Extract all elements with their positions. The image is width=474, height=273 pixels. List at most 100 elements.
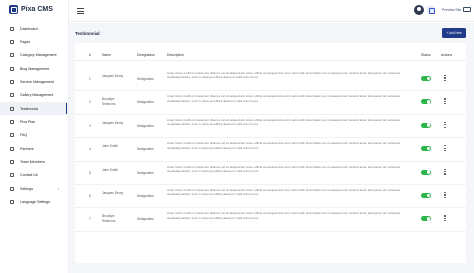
sidebar-item-label: Testimonial <box>20 106 38 111</box>
more-actions-icon[interactable] <box>444 145 446 153</box>
row-designation: Designation <box>137 170 154 175</box>
row-designation: Designation <box>137 100 154 105</box>
more-actions-icon[interactable] <box>444 121 446 130</box>
sidebar-item-label: Pages <box>20 40 31 45</box>
row-name: Jane Smith <box>102 144 118 149</box>
preview-site-link[interactable]: Preview Site <box>442 8 461 12</box>
sidebar-item-contact-us[interactable]: Contact Us <box>0 169 69 182</box>
sidebar: Pixa CMS Dashboard Pages Category Manage… <box>0 0 69 273</box>
chevron-right-icon: › <box>57 186 59 192</box>
more-actions-icon[interactable] <box>444 215 446 223</box>
sidebar-item-label: Pixa Plan <box>20 120 36 125</box>
sidebar-item-label: Dashboard <box>20 26 38 31</box>
status-toggle[interactable] <box>421 193 431 198</box>
status-toggle[interactable] <box>421 122 431 128</box>
sidebar-item-label: Partners <box>20 146 34 151</box>
table-row: 6 Jacques Demy Designation Amet minim mo… <box>75 185 466 209</box>
row-name: Brooklyn Simmons <box>102 214 116 223</box>
testimonial-icon <box>10 106 14 111</box>
header-name: Name <box>102 53 112 57</box>
row-description: Amet minim mollit non deserunt ullamco e… <box>167 164 400 173</box>
row-name: Brooklyn Simmons <box>102 97 116 106</box>
header-actions: Actions <box>441 53 453 57</box>
header-description: Description <box>167 53 184 57</box>
testimonial-table: # Name Designation Description Status Ac… <box>75 43 466 263</box>
table-row: 2 Brooklyn Simmons Designation Amet mini… <box>75 91 466 115</box>
sidebar-item-label: Category Management <box>20 53 57 58</box>
brand-name: Pixa CMS <box>21 6 53 13</box>
sidebar-item-partners[interactable]: Partners <box>0 142 69 155</box>
sidebar-item-label: Gallery Management <box>20 93 54 98</box>
language-icon <box>10 200 14 205</box>
sidebar-item-faq[interactable]: FAQ <box>0 129 69 142</box>
sidebar-item-label: Service Management <box>20 80 54 85</box>
sidebar-item-label: Contact Us <box>20 173 38 178</box>
table-row: 3 Jacques Demy Designation Amet minim mo… <box>75 115 466 139</box>
row-number: 6 <box>89 194 91 198</box>
sidebar-item-label: Settings <box>20 186 33 191</box>
table-header: # Name Designation Description Status Ac… <box>75 49 466 61</box>
sidebar-item-team-members[interactable]: Team Members <box>0 155 69 168</box>
row-description: Amet minim mollit non deserunt ullamco e… <box>167 141 400 150</box>
user-avatar-icon[interactable] <box>414 5 424 15</box>
sidebar-item-gallery-management[interactable]: Gallery Management <box>0 89 69 102</box>
status-toggle[interactable] <box>421 99 431 105</box>
sidebar-item-dashboard[interactable]: Dashboard <box>0 22 69 35</box>
row-designation: Designation <box>137 123 154 128</box>
category-icon <box>10 53 14 58</box>
row-designation: Designation <box>137 147 154 152</box>
table-row: 4 Jane Smith Designation Amet minim moll… <box>75 138 466 162</box>
status-toggle[interactable] <box>421 76 431 81</box>
status-toggle[interactable] <box>421 169 431 175</box>
more-actions-icon[interactable] <box>444 98 446 106</box>
row-description: Amet minim mollit non deserunt ullamco e… <box>167 94 400 103</box>
sidebar-item-service-management[interactable]: Service Management <box>0 75 69 88</box>
row-description: Amet minim mollit non deserunt ullamco e… <box>167 188 400 197</box>
more-actions-icon[interactable] <box>444 192 446 200</box>
row-name: Jacques Demy <box>102 74 124 78</box>
team-icon <box>10 160 14 165</box>
sidebar-item-pixa-plan[interactable]: Pixa Plan <box>0 115 69 128</box>
partners-icon <box>10 146 14 151</box>
row-number: 7 <box>89 217 91 222</box>
table-row: 1 Jacques Demy Designation Amet minim mo… <box>75 68 466 92</box>
plan-icon <box>10 120 14 125</box>
row-number: 5 <box>89 170 91 175</box>
more-actions-icon[interactable] <box>444 168 446 177</box>
row-designation: Designation <box>137 77 154 81</box>
hamburger-menu-icon[interactable] <box>77 8 84 14</box>
sidebar-item-blog-management[interactable]: Blog Management <box>0 62 69 75</box>
header-status: Status <box>421 53 431 57</box>
row-name: Jacques Demy <box>102 120 124 125</box>
monitor-icon[interactable] <box>463 7 471 12</box>
row-name: Jane Smith <box>102 167 118 172</box>
service-icon <box>10 80 14 85</box>
sidebar-item-testimonial[interactable]: Testimonial <box>0 102 69 116</box>
sidebar-item-pages[interactable]: Pages <box>0 35 69 48</box>
status-toggle[interactable] <box>421 146 431 152</box>
sidebar-item-label: FAQ <box>20 133 28 138</box>
topbar: Preview Site <box>69 0 474 22</box>
row-number: 2 <box>89 100 91 105</box>
row-description: Amet minim mollit non deserunt ullamco e… <box>167 117 400 127</box>
row-number: 3 <box>89 123 91 128</box>
sidebar-item-settings[interactable]: Settings › <box>0 182 69 195</box>
sidebar-item-label: Blog Management <box>20 66 50 71</box>
gallery-icon <box>10 93 14 98</box>
table-row: 5 Jane Smith Designation Amet minim moll… <box>75 162 466 185</box>
logo-icon <box>9 5 18 14</box>
logo[interactable]: Pixa CMS <box>9 5 53 14</box>
dashboard-icon <box>10 26 14 31</box>
notification-icon[interactable] <box>427 6 435 14</box>
blog-icon <box>10 66 14 71</box>
sidebar-item-category-management[interactable]: Category Management <box>0 49 69 62</box>
add-new-button[interactable]: + Add New <box>442 28 466 38</box>
more-actions-icon[interactable] <box>444 75 446 83</box>
header-num: # <box>89 53 91 57</box>
pages-icon <box>10 40 14 45</box>
contact-icon <box>10 173 14 178</box>
faq-icon <box>10 133 14 138</box>
sidebar-item-language-settings[interactable]: Language Settings <box>0 195 69 208</box>
header-designation: Designation <box>137 53 155 57</box>
status-toggle[interactable] <box>421 216 431 222</box>
